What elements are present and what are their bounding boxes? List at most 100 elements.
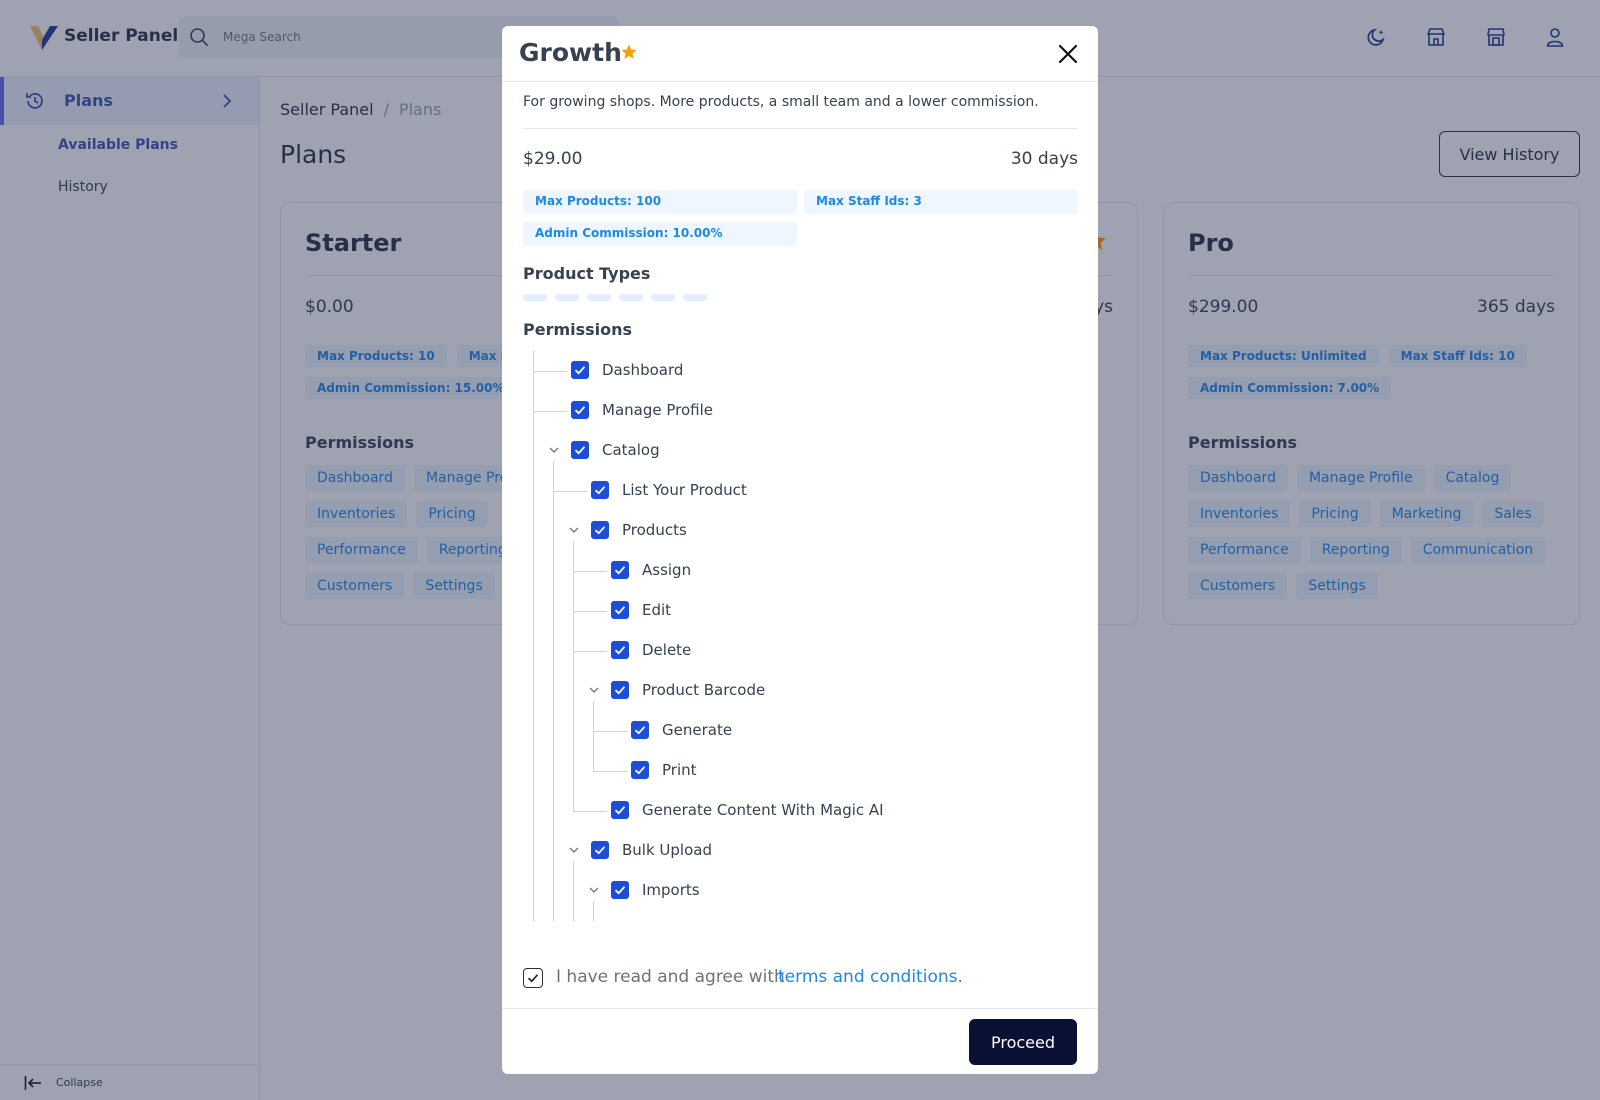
permission-tree-node: List Your Product [523,471,1023,511]
permission-label: Assign [642,561,692,579]
permission-checkbox[interactable] [571,361,589,379]
check-icon [614,806,626,815]
limit-badge: Max Staff Ids: 3 [804,190,1078,214]
plan-details-modal: Growth For growing shops. More products,… [502,26,1098,1074]
limit-badge: Max Products: 100 [523,190,797,214]
permission-tree-node: Manage Profile [523,391,1023,431]
permission-label: Catalog [602,441,660,459]
tree-branch-line [573,611,607,612]
chevron-down-icon[interactable] [587,883,601,897]
skeleton-pill [651,294,675,301]
permission-label: Delete [642,641,692,659]
permission-checkbox[interactable] [571,441,589,459]
check-icon [614,686,626,695]
modal-footer: Proceed [502,1008,1098,1074]
permission-checkbox[interactable] [611,801,629,819]
chevron-down-icon[interactable] [567,843,581,857]
skeleton-pill [587,294,611,301]
permission-tree-node: Print [523,751,1023,791]
close-icon[interactable] [1056,42,1080,66]
permission-checkbox[interactable] [611,561,629,579]
modal-header: Growth [502,26,1098,82]
permission-label: Dashboard [602,361,684,379]
skeleton-pill [523,294,547,301]
check-icon [614,646,626,655]
tree-branch-line [533,411,567,412]
permission-tree-node: Assign [523,551,1023,591]
skeleton-pill [619,294,643,301]
limit-badge: Admin Commission: 10.00% [523,222,797,246]
check-icon [634,726,646,735]
permission-tree-node: Product Barcode [523,671,1023,711]
permission-label: Generate Content With Magic AI [642,801,884,819]
modal-title: Growth [519,38,622,67]
permission-label: Manage Profile [602,401,713,419]
permission-tree-node: Imports [523,871,1023,911]
plan-description: For growing shops. More products, a smal… [523,94,1039,110]
permission-checkbox[interactable] [611,601,629,619]
permission-label: List Your Product [622,481,747,499]
permission-checkbox[interactable] [631,761,649,779]
permission-tree-node: Bulk Upload [523,831,1023,871]
terms-link[interactable]: terms and conditions. [778,967,963,987]
check-icon [614,606,626,615]
permission-checkbox[interactable] [611,681,629,699]
permission-checkbox[interactable] [591,481,609,499]
permission-checkbox[interactable] [571,401,589,419]
permission-tree-node: Generate Content With Magic AI [523,791,1023,831]
permission-tree-node: Products [523,511,1023,551]
check-icon [594,526,606,535]
tree-branch-line [573,651,607,652]
permission-tree-node: Create [523,911,1023,921]
chevron-down-icon[interactable] [547,443,561,457]
check-icon [614,566,626,575]
skeleton-pill [555,294,579,301]
permission-checkbox[interactable] [631,721,649,739]
permission-checkbox[interactable] [591,841,609,859]
divider [523,128,1078,129]
chevron-down-icon[interactable] [567,523,581,537]
terms-checkbox[interactable] [523,968,543,988]
tree-branch-line [553,491,587,492]
check-icon [574,366,586,375]
permission-label: Imports [642,881,700,899]
permission-label: Generate [662,721,733,739]
check-icon [527,974,539,983]
permissions-tree: Dashboard Manage Profile Catalog List Your … [523,351,1083,921]
tree-branch-line [573,811,607,812]
permission-tree-node: Dashboard [523,351,1023,391]
tree-branch-line [573,571,607,572]
permission-label: Product Barcode [642,681,766,699]
permission-checkbox[interactable] [611,881,629,899]
permission-label: Edit [642,601,672,619]
proceed-button[interactable]: Proceed [969,1019,1077,1065]
permission-tree-node: Edit [523,591,1023,631]
tree-branch-line [593,771,627,772]
chevron-down-icon[interactable] [587,683,601,697]
terms-agreement: I have read and agree with terms and con… [523,966,1083,992]
permission-tree-node: Catalog [523,431,1023,471]
product-type-placeholders [523,294,707,301]
check-icon [574,406,586,415]
product-types-heading: Product Types [523,264,651,283]
tree-branch-line [593,731,627,732]
plan-price: $29.00 [523,149,583,169]
tree-branch-line [533,371,567,372]
check-icon [594,486,606,495]
permission-tree-node: Generate [523,711,1023,751]
check-icon [574,446,586,455]
check-icon [634,766,646,775]
plan-duration: 30 days [1010,149,1078,169]
permission-tree-node: Delete [523,631,1023,671]
star-icon [621,44,637,59]
permission-label: Print [662,761,697,779]
permission-label: Bulk Upload [622,841,712,859]
permission-label: Products [622,521,687,539]
permission-checkbox[interactable] [591,521,609,539]
check-icon [614,886,626,895]
check-icon [594,846,606,855]
permission-checkbox[interactable] [611,641,629,659]
skeleton-pill [683,294,707,301]
permissions-heading: Permissions [523,320,633,339]
terms-text: I have read and agree with [556,967,785,987]
